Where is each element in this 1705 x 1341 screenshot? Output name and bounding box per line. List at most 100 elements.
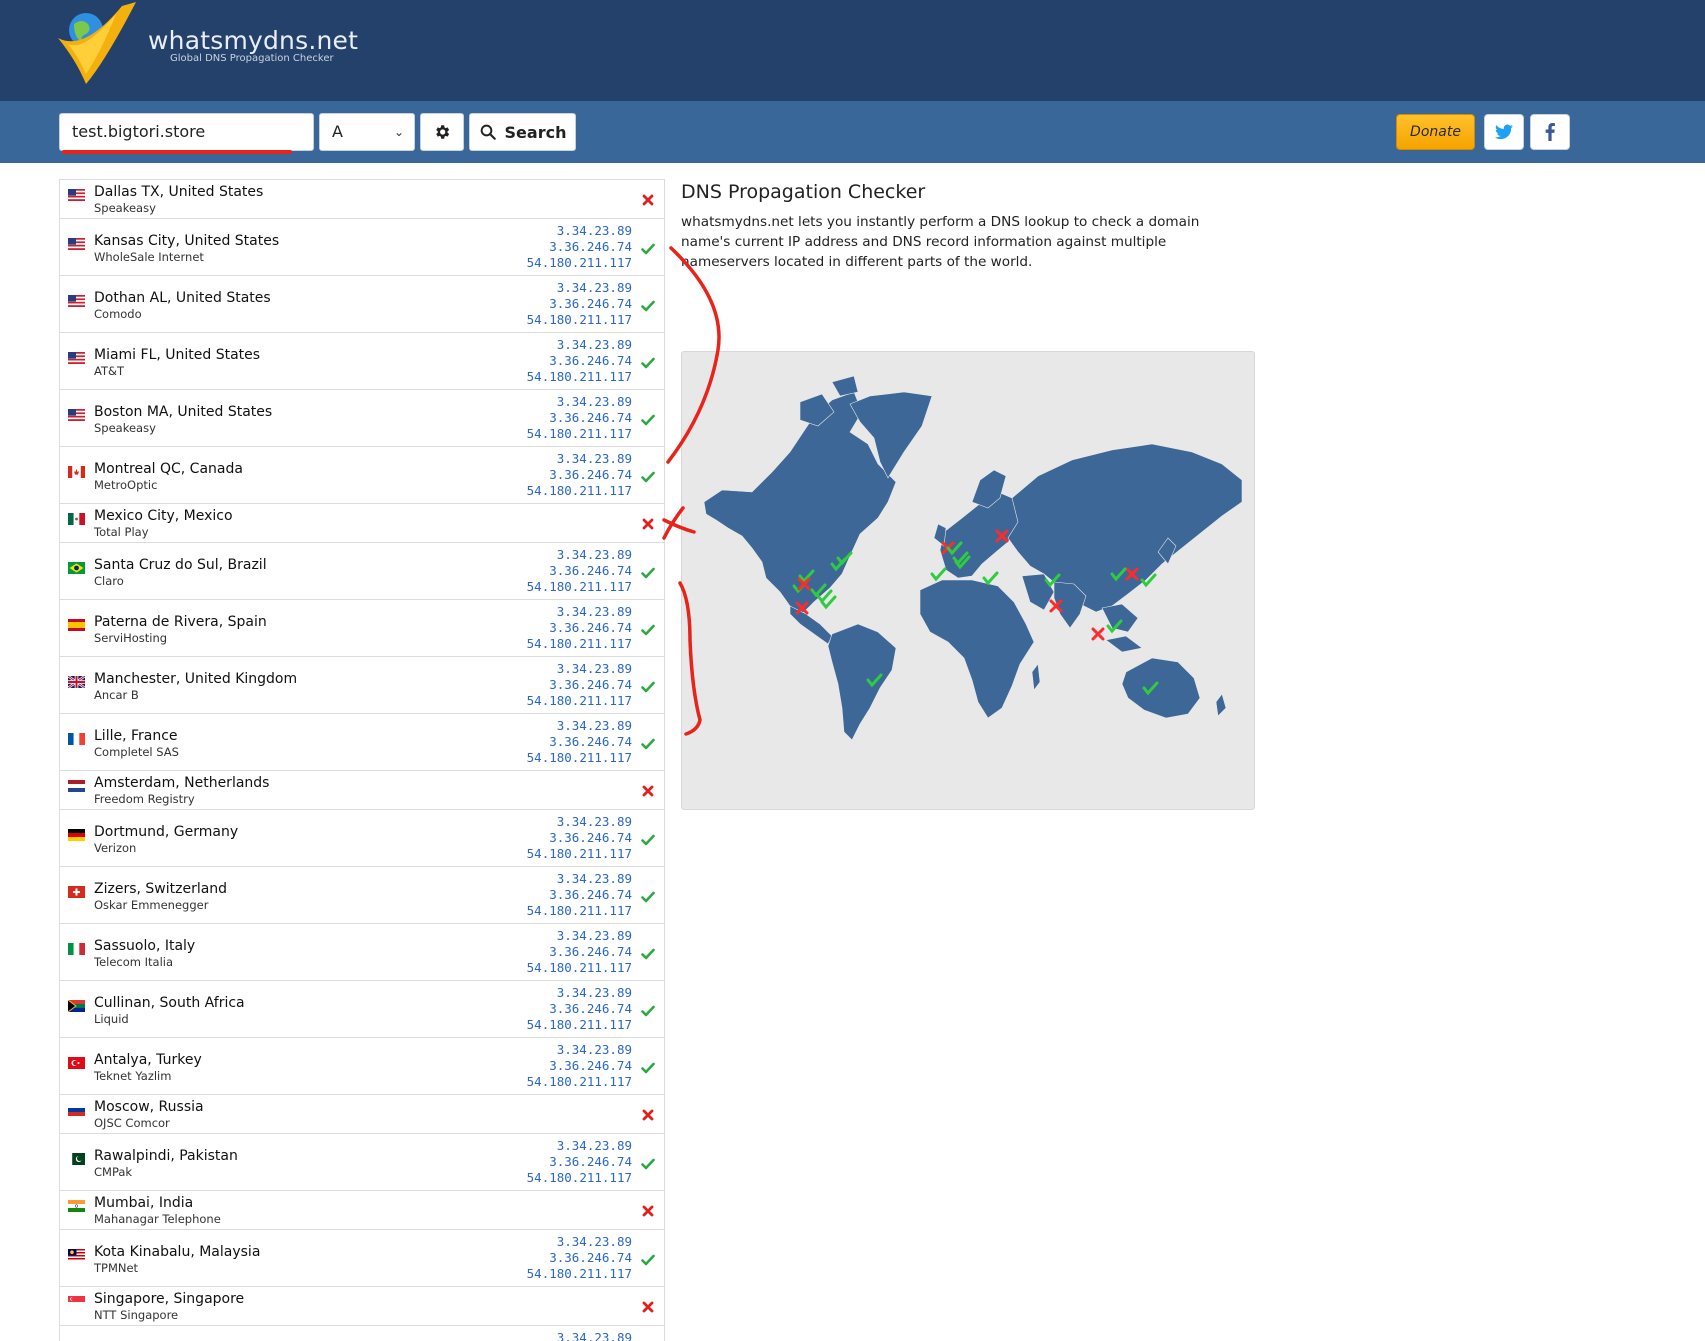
ip-address-link[interactable]: 3.36.246.74 bbox=[527, 620, 632, 636]
ip-address-link[interactable]: 3.36.246.74 bbox=[527, 353, 632, 369]
ip-address-link[interactable]: 3.36.246.74 bbox=[527, 734, 632, 750]
ip-address-link[interactable]: 54.180.211.117 bbox=[527, 846, 632, 862]
ip-address-link[interactable]: 3.34.23.89 bbox=[527, 604, 632, 620]
ip-address-link[interactable]: 3.34.23.89 bbox=[527, 814, 632, 830]
ip-address-link[interactable]: 54.180.211.117 bbox=[527, 1170, 632, 1186]
server-location: Antalya, Turkey bbox=[94, 1052, 202, 1068]
ip-address-link[interactable]: 3.36.246.74 bbox=[527, 239, 632, 255]
ip-address-link[interactable]: 3.36.246.74 bbox=[527, 944, 632, 960]
cross-icon bbox=[641, 516, 655, 530]
cross-icon bbox=[641, 1299, 655, 1313]
ip-address-link[interactable]: 3.34.23.89 bbox=[527, 337, 632, 353]
ip-address-link[interactable]: 3.34.23.89 bbox=[557, 1330, 632, 1341]
record-type-select[interactable]: A ⌄ bbox=[319, 113, 415, 151]
server-location: Santa Cruz do Sul, Brazil bbox=[94, 557, 267, 573]
check-icon bbox=[641, 889, 655, 903]
ip-results: 3.34.23.89 bbox=[557, 1330, 632, 1341]
ip-results: 3.34.23.89 3.36.246.74 54.180.211.117 bbox=[527, 337, 632, 385]
twitter-button[interactable] bbox=[1484, 114, 1524, 150]
flag-es-icon bbox=[68, 616, 85, 631]
ip-address-link[interactable]: 3.34.23.89 bbox=[527, 1138, 632, 1154]
table-row: Kansas City, United States WholeSale Inte… bbox=[60, 219, 664, 276]
facebook-button[interactable] bbox=[1530, 114, 1570, 150]
south-america-shape bbox=[827, 623, 897, 741]
arabia-shape bbox=[1021, 573, 1055, 611]
ip-address-link[interactable]: 3.34.23.89 bbox=[527, 1042, 632, 1058]
ip-address-link[interactable]: 3.36.246.74 bbox=[527, 1154, 632, 1170]
table-row: Mexico City, Mexico Total Play bbox=[60, 504, 664, 543]
search-button[interactable]: Search bbox=[469, 113, 576, 151]
server-location: Boston MA, United States bbox=[94, 404, 273, 420]
ip-address-link[interactable]: 3.36.246.74 bbox=[527, 1250, 632, 1266]
ip-results: 3.34.23.89 3.36.246.74 54.180.211.117 bbox=[527, 223, 632, 271]
server-provider: Freedom Registry bbox=[94, 792, 195, 806]
ip-address-link[interactable]: 3.34.23.89 bbox=[527, 1234, 632, 1250]
ip-address-link[interactable]: 54.180.211.117 bbox=[527, 636, 632, 652]
ip-address-link[interactable]: 3.36.246.74 bbox=[527, 467, 632, 483]
table-row: Santa Cruz do Sul, Brazil Claro 3.34.23.89… bbox=[60, 543, 664, 600]
check-icon bbox=[641, 622, 655, 636]
ip-address-link[interactable]: 3.34.23.89 bbox=[527, 871, 632, 887]
ip-address-link[interactable]: 3.36.246.74 bbox=[527, 677, 632, 693]
ip-results: 3.34.23.89 3.36.246.74 54.180.211.117 bbox=[527, 814, 632, 862]
table-row: Boston MA, United States Speakeasy 3.34.23… bbox=[60, 390, 664, 447]
table-row: Mumbai, India Mahanagar Telephone bbox=[60, 1191, 664, 1230]
ip-address-link[interactable]: 3.34.23.89 bbox=[527, 451, 632, 467]
site-logo[interactable]: whatsmydns.net Global DNS Propagation Ch… bbox=[56, 0, 358, 90]
ip-address-link[interactable]: 3.36.246.74 bbox=[527, 887, 632, 903]
ip-address-link[interactable]: 54.180.211.117 bbox=[527, 312, 632, 328]
ip-address-link[interactable]: 54.180.211.117 bbox=[527, 255, 632, 271]
ip-address-link[interactable]: 3.34.23.89 bbox=[527, 718, 632, 734]
australia-shape bbox=[1121, 657, 1201, 719]
ip-address-link[interactable]: 3.34.23.89 bbox=[527, 223, 632, 239]
table-row: Lille, France Completel SAS 3.34.23.89 3.36… bbox=[60, 714, 664, 771]
check-icon bbox=[641, 565, 655, 579]
donate-button[interactable]: Donate bbox=[1396, 114, 1475, 150]
ip-address-link[interactable]: 54.180.211.117 bbox=[527, 369, 632, 385]
ip-address-link[interactable]: 3.36.246.74 bbox=[527, 410, 632, 426]
world-map bbox=[681, 351, 1255, 810]
ip-address-link[interactable]: 54.180.211.117 bbox=[527, 903, 632, 919]
ip-address-link[interactable]: 3.34.23.89 bbox=[527, 985, 632, 1001]
ip-address-link[interactable]: 54.180.211.117 bbox=[527, 1266, 632, 1282]
ip-address-link[interactable]: 54.180.211.117 bbox=[527, 1074, 632, 1090]
ip-address-link[interactable]: 3.34.23.89 bbox=[527, 394, 632, 410]
server-provider: Speakeasy bbox=[94, 421, 156, 435]
check-icon bbox=[641, 355, 655, 369]
ip-address-link[interactable]: 3.36.246.74 bbox=[527, 296, 632, 312]
server-location: Mexico City, Mexico bbox=[94, 508, 233, 524]
table-row: Montreal QC, Canada MetroOptic 3.34.23.89 3… bbox=[60, 447, 664, 504]
ip-address-link[interactable]: 54.180.211.117 bbox=[527, 426, 632, 442]
flag-de-icon bbox=[68, 826, 85, 841]
ip-address-link[interactable]: 3.34.23.89 bbox=[527, 928, 632, 944]
ip-address-link[interactable]: 3.36.246.74 bbox=[527, 563, 632, 579]
ip-address-link[interactable]: 54.180.211.117 bbox=[527, 693, 632, 709]
ip-address-link[interactable]: 3.34.23.89 bbox=[527, 661, 632, 677]
server-provider: Comodo bbox=[94, 307, 142, 321]
ip-address-link[interactable]: 54.180.211.117 bbox=[527, 750, 632, 766]
cross-icon bbox=[641, 1107, 655, 1121]
ip-address-link[interactable]: 54.180.211.117 bbox=[527, 579, 632, 595]
settings-button[interactable] bbox=[420, 113, 464, 151]
flag-us-icon bbox=[68, 235, 85, 250]
ip-results: 3.34.23.89 3.36.246.74 54.180.211.117 bbox=[527, 394, 632, 442]
ip-address-link[interactable]: 3.36.246.74 bbox=[527, 1058, 632, 1074]
madagascar-shape bbox=[1031, 663, 1041, 691]
domain-input[interactable]: test.bigtori.store bbox=[59, 113, 314, 151]
server-location: Paterna de Rivera, Spain bbox=[94, 614, 267, 630]
server-location: Mumbai, India bbox=[94, 1195, 194, 1211]
flag-za-icon bbox=[67, 997, 85, 1013]
ip-address-link[interactable]: 54.180.211.117 bbox=[527, 960, 632, 976]
ip-address-link[interactable]: 3.36.246.74 bbox=[527, 1001, 632, 1017]
ip-address-link[interactable]: 54.180.211.117 bbox=[527, 1017, 632, 1033]
ip-address-link[interactable]: 3.34.23.89 bbox=[527, 547, 632, 563]
map-check-marker bbox=[930, 567, 947, 582]
check-icon bbox=[641, 832, 655, 846]
ip-address-link[interactable]: 3.34.23.89 bbox=[527, 280, 632, 296]
server-provider: Liquid bbox=[94, 1012, 129, 1026]
new-zealand-shape bbox=[1215, 693, 1227, 717]
map-cross-marker bbox=[1091, 627, 1105, 641]
ip-address-link[interactable]: 54.180.211.117 bbox=[527, 483, 632, 499]
ip-address-link[interactable]: 3.36.246.74 bbox=[527, 830, 632, 846]
ip-results: 3.34.23.89 3.36.246.74 54.180.211.117 bbox=[527, 280, 632, 328]
